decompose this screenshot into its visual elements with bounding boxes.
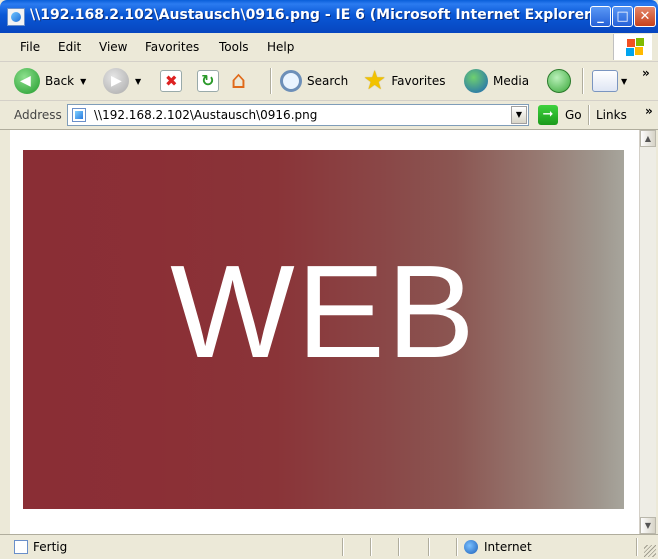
menu-tools[interactable]: Tools <box>219 40 249 54</box>
toolbar-overflow-icon[interactable]: » <box>642 66 650 80</box>
back-button[interactable]: ◀ Back ▼ <box>14 67 86 95</box>
menu-favorites[interactable]: Favorites <box>145 40 199 54</box>
search-icon <box>280 70 302 92</box>
resize-grip-icon[interactable] <box>644 545 656 557</box>
menu-edit[interactable]: Edit <box>58 40 81 54</box>
status-pane-divider <box>636 538 637 556</box>
window-title: \\192.168.2.102\Austausch\0916.png - IE … <box>30 7 598 23</box>
media-label: Media <box>493 74 530 88</box>
close-button[interactable]: ✕ <box>634 6 656 27</box>
address-label: Address <box>14 108 62 122</box>
maximize-button[interactable]: □ <box>612 6 633 27</box>
history-icon <box>547 69 571 93</box>
refresh-button[interactable]: ↻ <box>197 67 219 95</box>
menu-file[interactable]: File <box>20 40 40 54</box>
links-button[interactable]: Links <box>596 108 627 122</box>
status-pane-divider <box>398 538 399 556</box>
search-label: Search <box>307 74 349 88</box>
back-label: Back <box>45 74 75 88</box>
address-value[interactable]: \\192.168.2.102\Austausch\0916.png <box>94 108 317 122</box>
close-icon: ✕ <box>639 9 651 24</box>
go-button[interactable]: ➞ Go <box>538 104 582 126</box>
scroll-up-button[interactable]: ▲ <box>640 130 656 147</box>
menu-view[interactable]: View <box>99 40 127 54</box>
status-pane-divider <box>370 538 371 556</box>
address-bar: Address \\192.168.2.102\Austausch\0916.p… <box>0 101 658 130</box>
back-arrow-icon: ◀ <box>14 68 40 94</box>
ie-page-icon[interactable] <box>7 8 25 26</box>
toolbar-separator <box>270 68 271 94</box>
go-label: Go <box>565 108 582 122</box>
zone-text: Internet <box>484 540 532 554</box>
internet-zone-icon <box>464 540 478 554</box>
toolbar-separator-2 <box>582 68 583 94</box>
status-pane-divider <box>456 538 457 556</box>
title-bar[interactable]: \\192.168.2.102\Austausch\0916.png - IE … <box>0 0 658 33</box>
media-icon <box>464 69 488 93</box>
maximize-icon: □ <box>616 9 629 24</box>
favorites-label: Favorites <box>391 74 446 88</box>
status-pane-divider <box>342 538 343 556</box>
status-bar: Fertig Internet <box>0 534 658 559</box>
mail-icon <box>592 70 618 92</box>
menu-help[interactable]: Help <box>267 40 294 54</box>
search-button[interactable]: Search <box>280 67 348 95</box>
scroll-down-button[interactable]: ▼ <box>640 517 656 534</box>
stop-icon: ✖ <box>160 70 182 92</box>
forward-arrow-icon: ▶ <box>103 68 129 94</box>
history-button[interactable] <box>547 67 571 95</box>
minimize-icon: _ <box>597 9 604 24</box>
page-viewport[interactable]: WEB <box>10 130 639 534</box>
stop-button[interactable]: ✖ <box>160 67 182 95</box>
vertical-scrollbar[interactable]: ▲ ▼ <box>639 130 656 534</box>
mail-button[interactable]: ▼ <box>592 67 627 95</box>
address-input[interactable]: \\192.168.2.102\Austausch\0916.png ▼ <box>67 104 529 126</box>
displayed-image: WEB <box>23 150 624 509</box>
links-separator <box>588 105 589 125</box>
windows-logo-icon <box>613 34 652 60</box>
refresh-icon: ↻ <box>197 70 219 92</box>
minimize-button[interactable]: _ <box>590 6 611 27</box>
home-icon: ⌂ <box>231 66 247 94</box>
status-pane-divider <box>428 538 429 556</box>
forward-button[interactable]: ▶ ▼ <box>103 67 141 95</box>
back-dropdown-icon[interactable]: ▼ <box>80 77 86 86</box>
page-icon <box>72 108 86 122</box>
menu-bar: File Edit View Favorites Tools Help <box>0 33 658 62</box>
forward-dropdown-icon[interactable]: ▼ <box>135 77 141 86</box>
favorites-button[interactable]: ★ Favorites <box>363 67 446 95</box>
address-dropdown-icon[interactable]: ▼ <box>511 106 527 124</box>
go-arrow-icon: ➞ <box>538 105 558 125</box>
mail-dropdown-icon[interactable]: ▼ <box>621 77 627 86</box>
links-overflow-icon[interactable]: » <box>645 104 653 118</box>
status-page-icon <box>14 540 28 554</box>
image-text: WEB <box>170 238 477 385</box>
home-button[interactable]: ⌂ <box>231 66 253 95</box>
favorites-star-icon: ★ <box>363 66 387 96</box>
status-text: Fertig <box>33 540 68 554</box>
standard-toolbar: ◀ Back ▼ ▶ ▼ ✖ ↻ ⌂ Search ★ Favorites Me… <box>0 62 658 101</box>
media-button[interactable]: Media <box>464 67 529 95</box>
